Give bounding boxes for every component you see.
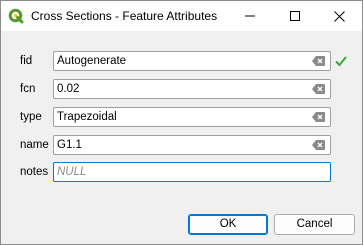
type-field[interactable] [53,107,331,127]
fcn-input[interactable] [57,80,297,98]
type-row: type [1,107,362,129]
ok-button[interactable]: OK [188,214,268,235]
minimize-icon [244,15,255,17]
maximize-icon [289,11,300,21]
name-field[interactable] [53,135,331,155]
clear-icon[interactable] [312,140,325,150]
maximize-button[interactable] [272,1,317,31]
type-label: type [20,111,42,123]
fid-input[interactable] [57,52,297,70]
notes-input[interactable] [57,163,297,181]
notes-row: notes [1,162,362,184]
fid-label: fid [20,55,33,67]
fid-row: fid [1,51,362,73]
qgis-icon [8,8,24,24]
clear-icon[interactable] [312,56,325,66]
title-bar[interactable]: Cross Sections - Feature Attributes [1,1,362,31]
minimize-button[interactable] [227,1,272,31]
name-input[interactable] [57,136,297,154]
fcn-row: fcn [1,79,362,101]
fcn-field[interactable] [53,79,331,99]
fcn-label: fcn [20,83,36,95]
window-title: Cross Sections - Feature Attributes [31,9,218,23]
close-icon [334,10,345,22]
name-label: name [20,139,49,151]
valid-check-icon [335,56,347,67]
clear-icon[interactable] [312,112,325,122]
name-row: name [1,135,362,157]
notes-field[interactable] [53,162,331,182]
fid-field[interactable] [53,51,331,71]
notes-label: notes [20,166,49,178]
cancel-button[interactable]: Cancel [274,214,355,235]
type-input[interactable] [57,108,297,126]
close-button[interactable] [317,1,362,31]
feature-attributes-dialog: Cross Sections - Feature Attributes fid [0,0,363,245]
clear-icon[interactable] [312,84,325,94]
